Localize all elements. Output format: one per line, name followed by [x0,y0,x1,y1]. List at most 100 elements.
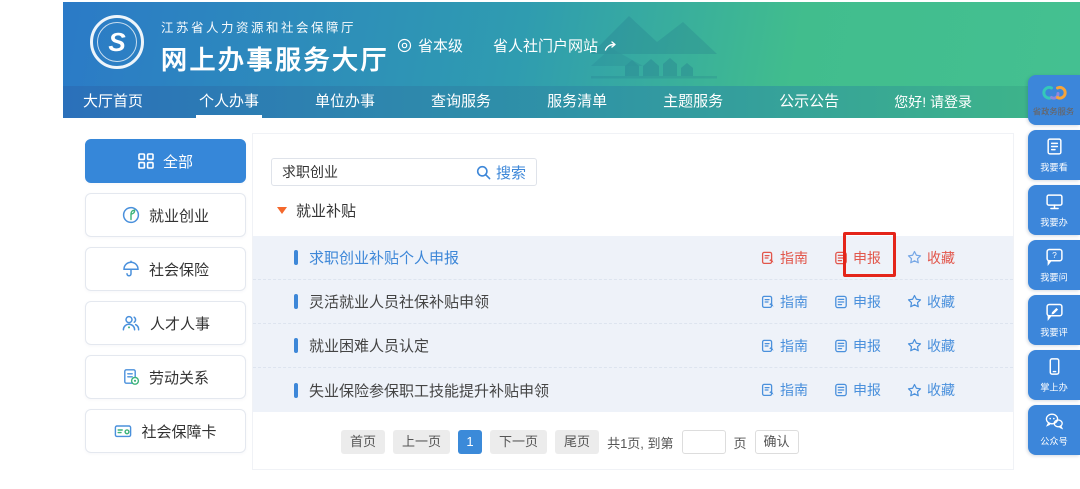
favorite-button[interactable]: 收藏 [907,336,955,356]
list-icon [1045,137,1064,156]
sidebar-item-social-insurance[interactable]: 社会保险 [85,247,246,291]
monitor-icon [1045,192,1064,211]
apply-button[interactable]: 申报 [834,248,881,268]
rail-item-label: 我要办 [1040,214,1068,228]
guide-label: 指南 [780,336,808,356]
apply-button[interactable]: 申报 [834,336,881,356]
nav-item-announcements[interactable]: 公示公告 [779,86,839,118]
portal-label: 省人社门户网站 [493,35,598,56]
nav-item-query[interactable]: 查询服务 [431,86,491,118]
service-title-link[interactable]: 灵活就业人员社保补贴申领 [309,291,761,312]
rail-item-watch[interactable]: 我要看 [1028,130,1080,180]
portal-link[interactable]: 省人社门户网站 [493,35,617,56]
favorite-label: 收藏 [927,292,955,312]
location-icon [397,38,412,53]
service-actions: 指南 申报 收藏 [761,380,955,400]
pagination-confirm-button[interactable]: 确认 [755,430,799,454]
apply-button[interactable]: 申报 [834,292,881,312]
rail-item-do[interactable]: 我要办 [1028,185,1080,235]
site-logo: S [90,15,144,69]
favorite-label: 收藏 [927,336,955,356]
service-title-link[interactable]: 失业保险参保职工技能提升补贴申领 [309,380,761,401]
bullet-bar [294,338,298,353]
service-panel: 搜索 就业补贴 求职创业补贴个人申报 指南 申报 [252,133,1014,470]
search-icon [476,165,491,180]
nav-item-personal[interactable]: 个人办事 [199,86,259,118]
sidebar-item-label: 劳动关系 [149,367,209,388]
favorite-label: 收藏 [927,248,955,268]
rail-item-label: 公众号 [1040,434,1068,448]
rail-item-label: 我要问 [1040,269,1068,283]
pagination-page-suffix: 页 [734,433,747,452]
apply-label: 申报 [853,380,881,400]
sidebar-item-label: 社会保障卡 [141,421,216,442]
region-selector[interactable]: 省本级 [397,35,463,56]
favorite-button[interactable]: 收藏 [907,292,955,312]
service-row: 求职创业补贴个人申报 指南 申报 收藏 [253,236,1013,280]
favorite-button[interactable]: 收藏 [907,380,955,400]
sidebar-item-social-security-card[interactable]: 社会保障卡 [85,409,246,453]
sidebar-item-talent[interactable]: 人才人事 [85,301,246,345]
service-title-link[interactable]: 求职创业补贴个人申报 [309,247,761,268]
region-label: 省本级 [418,35,463,56]
header: S 江苏省人力资源和社会保障厅 网上办事服务大厅 省本级 省人社门户网站 [63,2,1080,86]
sidebar-item-label: 全部 [163,151,193,172]
sidebar-item-label: 人才人事 [150,313,210,334]
service-group-header[interactable]: 就业补贴 [277,200,356,221]
bullet-bar [294,294,298,309]
service-list: 求职创业补贴个人申报 指南 申报 收藏 [253,236,1013,412]
rail-item-official-account[interactable]: 公众号 [1028,405,1080,455]
rail-item-review[interactable]: 我要评 [1028,295,1080,345]
service-row: 就业困难人员认定 指南 申报 收藏 [253,324,1013,368]
sidebar-item-labor-relations[interactable]: 劳动关系 [85,355,246,399]
login-link[interactable]: 您好! 请登录 [894,92,972,112]
service-group-label: 就业补贴 [296,200,356,221]
favorite-button[interactable]: 收藏 [907,248,955,268]
guide-button[interactable]: 指南 [761,336,808,356]
nav-item-theme[interactable]: 主题服务 [663,86,723,118]
rail-item-label: 掌上办 [1040,379,1068,393]
rail-item-ask[interactable]: ? 我要问 [1028,240,1080,290]
rail-item-gov-service[interactable]: 省政务服务 [1028,75,1080,125]
guide-label: 指南 [780,292,808,312]
service-actions: 指南 申报 收藏 [761,336,955,356]
site-title-block: 江苏省人力资源和社会保障厅 网上办事服务大厅 [161,17,389,77]
search-button[interactable]: 搜索 [476,162,536,183]
review-bubble-icon [1045,302,1064,321]
guide-label: 指南 [780,380,808,400]
search-button-label: 搜索 [496,162,526,183]
apply-label: 申报 [853,248,881,268]
guide-button[interactable]: 指南 [761,292,808,312]
nav-item-unit[interactable]: 单位办事 [315,86,375,118]
sidebar-item-label: 社会保险 [149,259,209,280]
service-title-link[interactable]: 就业困难人员认定 [309,335,761,356]
pagination-first-button[interactable]: 首页 [341,430,385,454]
nav-item-hall-home[interactable]: 大厅首页 [83,86,143,118]
category-sidebar: 全部 就业创业 社会保险 [85,139,246,463]
apply-button[interactable]: 申报 [834,380,881,400]
bullet-bar [294,250,298,265]
nav-item-service-list[interactable]: 服务清单 [547,86,607,118]
service-row: 灵活就业人员社保补贴申领 指南 申报 收藏 [253,280,1013,324]
sidebar-item-all[interactable]: 全部 [85,139,246,183]
guide-button[interactable]: 指南 [761,248,808,268]
pagination-prev-button[interactable]: 上一页 [393,430,450,454]
pagination-last-button[interactable]: 尾页 [555,430,599,454]
gov-service-logo [1041,83,1068,102]
sidebar-item-label: 就业创业 [149,205,209,226]
search-input[interactable] [272,164,476,180]
grid-icon [138,153,154,169]
page: S 江苏省人力资源和社会保障厅 网上办事服务大厅 省本级 省人社门户网站 大厅首… [0,0,1080,489]
pagination-current-page[interactable]: 1 [458,430,482,454]
guide-button[interactable]: 指南 [761,380,808,400]
phone-icon [1045,357,1064,376]
sidebar-item-employment[interactable]: 就业创业 [85,193,246,237]
rail-item-mobile[interactable]: 掌上办 [1028,350,1080,400]
floating-rail: 省政务服务 我要看 我要办 ? 我要问 我要评 [1028,75,1080,455]
pagination-goto-input[interactable] [682,430,726,454]
card-icon [114,422,132,440]
pagination-next-button[interactable]: 下一页 [490,430,547,454]
pagination: 首页 上一页 1 下一页 尾页 共1页, 到第 页 确认 [341,430,799,454]
umbrella-icon [122,260,140,278]
document-icon [122,368,140,386]
